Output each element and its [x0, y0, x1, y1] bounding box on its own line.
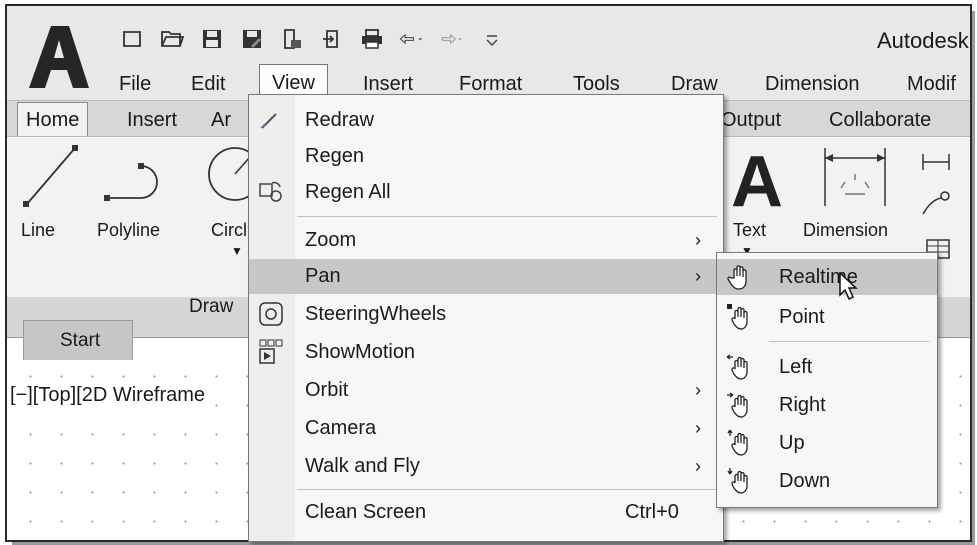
- polyline-tool-icon[interactable]: [101, 156, 175, 206]
- menu-separator: [297, 216, 717, 217]
- menu-dimension[interactable]: Dimension: [753, 70, 871, 98]
- tab-home[interactable]: Home: [17, 102, 89, 137]
- draw-panel-label[interactable]: Draw: [189, 296, 233, 318]
- dimension-tool-label[interactable]: Dimension: [803, 220, 888, 241]
- save-icon[interactable]: [199, 26, 225, 52]
- customize-qat-icon[interactable]: [479, 26, 505, 52]
- new-icon[interactable]: [119, 26, 145, 52]
- menu-item-steeringwheels[interactable]: SteeringWheels: [249, 297, 723, 332]
- autocad-logo[interactable]: [23, 20, 95, 92]
- steering-wheel-icon: [257, 301, 285, 327]
- menu-edit[interactable]: Edit: [179, 70, 237, 98]
- redo-icon[interactable]: [439, 26, 465, 52]
- open-icon[interactable]: [159, 26, 185, 52]
- submenu-item-left[interactable]: Left: [717, 349, 937, 385]
- menu-item-clean-screen[interactable]: Clean Screen Ctrl+0: [249, 495, 723, 530]
- pan-hand-icon: [725, 263, 755, 291]
- regen-all-icon: [257, 179, 285, 205]
- tab-annotate[interactable]: Ar: [203, 106, 239, 134]
- circle-dropdown-icon[interactable]: ▼: [231, 244, 243, 258]
- dimension-tool-icon[interactable]: [821, 144, 889, 210]
- submenu-item-point[interactable]: Point: [717, 299, 937, 335]
- circle-tool-label[interactable]: Circl: [211, 220, 247, 241]
- showmotion-icon: [257, 339, 285, 365]
- tab-insert[interactable]: Insert: [119, 106, 185, 134]
- text-tool-icon[interactable]: A: [731, 144, 783, 220]
- tab-output[interactable]: Output: [713, 106, 789, 134]
- menu-item-orbit[interactable]: Orbit ›: [249, 373, 723, 408]
- submenu-item-down[interactable]: Down: [717, 463, 937, 499]
- pan-up-icon: [725, 429, 755, 457]
- publish-icon[interactable]: [279, 26, 305, 52]
- menu-file[interactable]: File: [107, 70, 163, 98]
- submenu-arrow-icon: ›: [695, 456, 701, 476]
- pan-right-icon: [725, 391, 755, 419]
- plot-icon[interactable]: [359, 26, 385, 52]
- viewport-controls[interactable]: [−][Top][2D Wireframe: [10, 384, 206, 407]
- submenu-separator: [769, 341, 929, 342]
- mouse-cursor-icon: [839, 272, 858, 301]
- view-menu-dropdown: Redraw Regen Regen All Zoom › Pan › Stee…: [248, 94, 724, 542]
- line-tool-icon[interactable]: [21, 142, 81, 212]
- app-title: Autodesk: [877, 28, 969, 53]
- submenu-arrow-icon: ›: [695, 380, 701, 400]
- save-as-icon[interactable]: [239, 26, 265, 52]
- menu-modify[interactable]: Modif: [895, 70, 968, 98]
- submenu-arrow-icon: ›: [695, 230, 701, 250]
- line-tool-label[interactable]: Line: [21, 220, 55, 241]
- undo-icon[interactable]: [399, 26, 425, 52]
- menu-item-redraw[interactable]: Redraw: [249, 103, 723, 138]
- share-icon[interactable]: [319, 26, 345, 52]
- pan-down-icon: [725, 467, 755, 495]
- quick-access-toolbar: [119, 26, 505, 52]
- pan-point-icon: [725, 303, 755, 331]
- menu-item-regen[interactable]: Regen: [249, 139, 723, 174]
- submenu-item-up[interactable]: Up: [717, 425, 937, 461]
- shortcut-label: Ctrl+0: [625, 501, 679, 523]
- menu-item-zoom[interactable]: Zoom ›: [249, 223, 723, 258]
- tab-collaborate[interactable]: Collaborate: [821, 106, 939, 134]
- submenu-item-realtime[interactable]: Realtime: [717, 259, 937, 295]
- submenu-arrow-icon: ›: [695, 266, 701, 286]
- start-tab[interactable]: Start: [23, 320, 133, 360]
- menu-item-camera[interactable]: Camera ›: [249, 411, 723, 446]
- polyline-tool-label[interactable]: Polyline: [97, 220, 160, 241]
- menu-item-regen-all[interactable]: Regen All: [249, 175, 723, 210]
- pan-left-icon: [725, 353, 755, 381]
- menu-separator: [297, 489, 717, 490]
- redraw-icon: [257, 107, 285, 133]
- menu-item-walk-and-fly[interactable]: Walk and Fly ›: [249, 449, 723, 484]
- pan-submenu: Realtime Point Left Right Up Down: [716, 252, 938, 508]
- menu-item-showmotion[interactable]: ShowMotion: [249, 335, 723, 370]
- menu-item-pan[interactable]: Pan ›: [249, 259, 723, 294]
- submenu-item-right[interactable]: Right: [717, 387, 937, 423]
- text-tool-label[interactable]: Text: [733, 220, 766, 241]
- submenu-arrow-icon: ›: [695, 418, 701, 438]
